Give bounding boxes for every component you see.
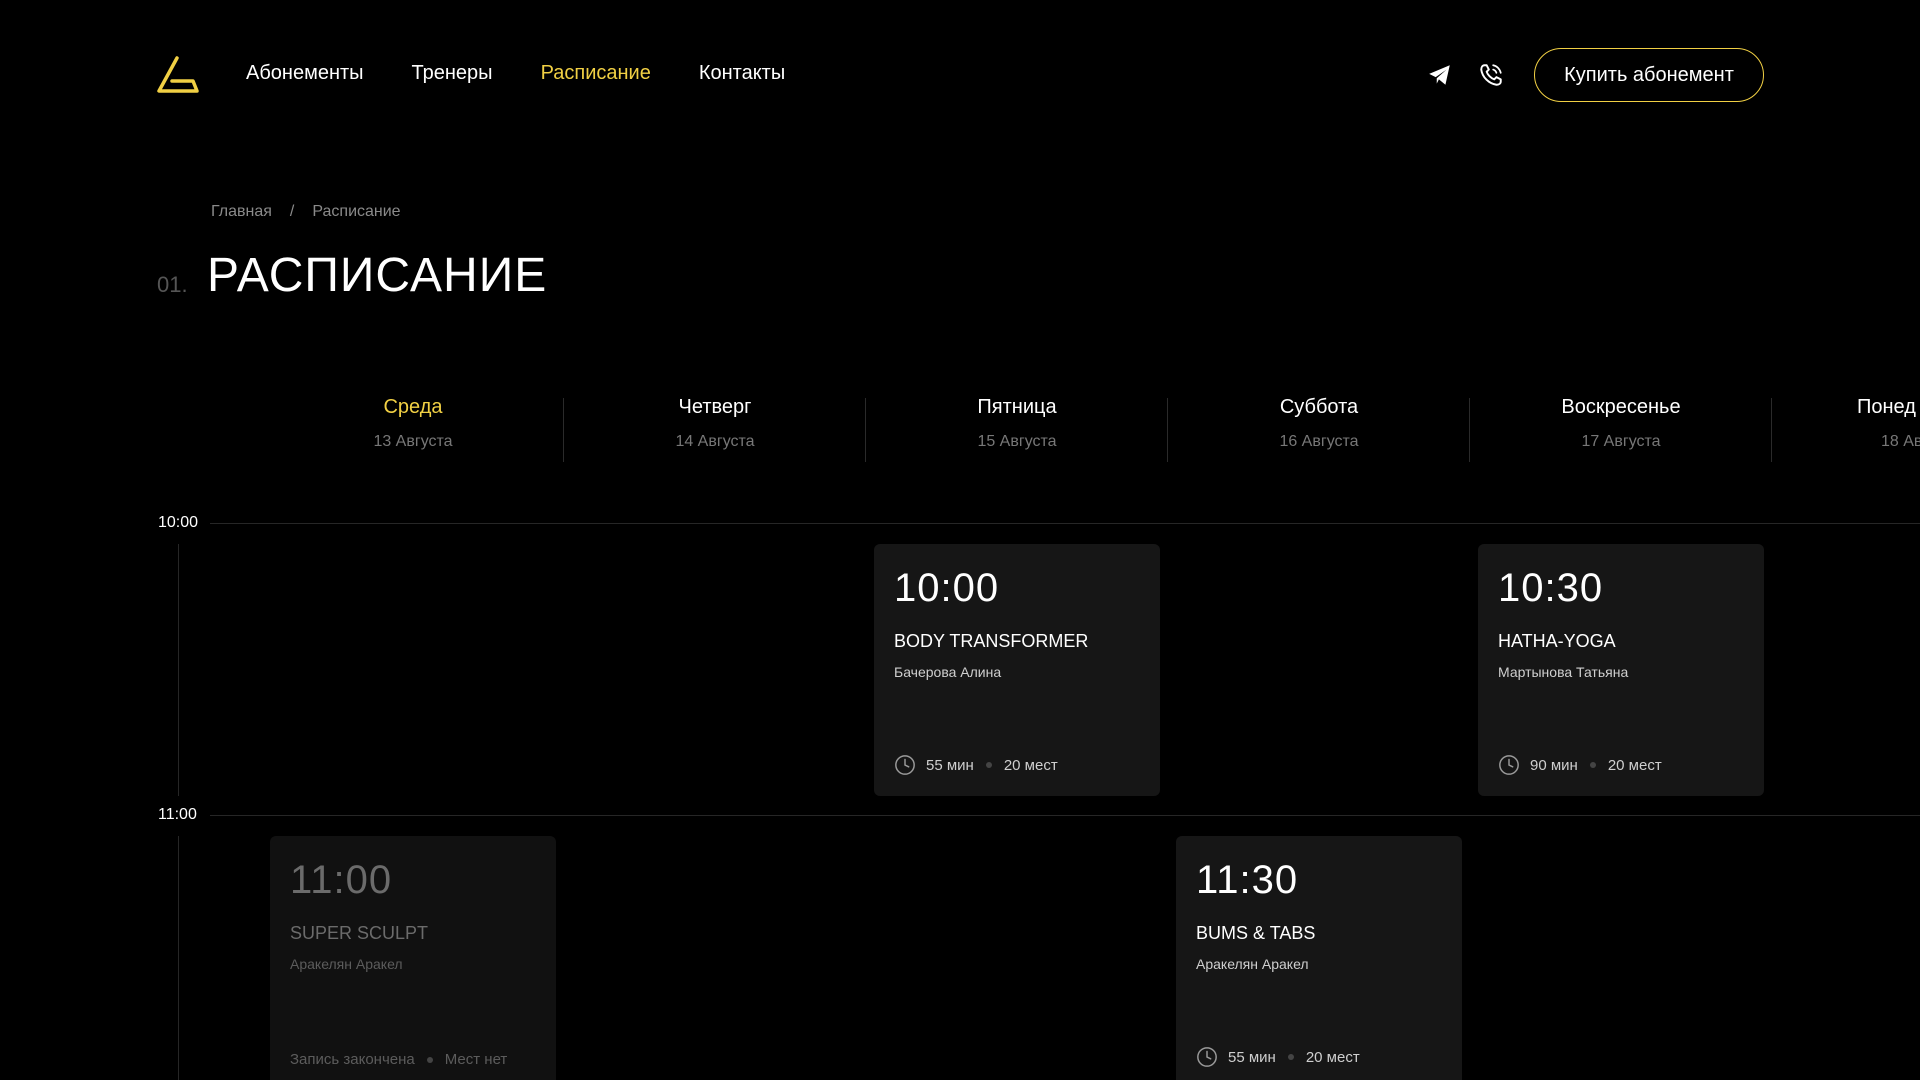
separator-dot (985, 762, 992, 768)
class-places: Мест нет (444, 1051, 508, 1068)
class-duration: 90 мин (1530, 756, 1578, 774)
day-date: 18 Ав (1881, 433, 1920, 450)
day-tab-sunday[interactable]: Воскресенье 17 Августа (1470, 396, 1772, 451)
day-date: 15 Августа (977, 433, 1057, 450)
class-title: SUPER SCULPT (290, 923, 429, 943)
day-date: 17 Августа (1581, 433, 1661, 450)
day-date: 16 Августа (1279, 433, 1359, 450)
class-title: HATHA-YOGA (1498, 631, 1616, 651)
section-number: 01. (157, 272, 188, 297)
class-status: Запись закончена (290, 1051, 415, 1068)
class-time: 11:00 (290, 858, 393, 902)
day-tab-monday[interactable]: Понед 18 Ав (1772, 396, 1920, 451)
time-axis-line (178, 544, 179, 796)
class-places: 20 мест (1003, 756, 1058, 774)
breadcrumb: Главная / Расписание (211, 203, 401, 221)
time-label-10: 10:00 (158, 514, 199, 531)
class-time: 11:30 (1196, 858, 1299, 902)
day-name: Пятница (977, 396, 1057, 418)
nav-item-trainers[interactable]: Тренеры (412, 62, 493, 85)
class-footer: 90 мин 20 мест (1498, 754, 1662, 776)
class-trainer: Аракелян Аракел (1196, 956, 1309, 972)
clock-icon (1499, 755, 1519, 775)
class-footer: 55 мин 20 мест (894, 754, 1058, 776)
hour-gridline (210, 815, 1920, 816)
class-places: 20 мест (1305, 1048, 1360, 1066)
separator-dot (1287, 1054, 1294, 1060)
clock-icon (895, 755, 915, 775)
buy-membership-button[interactable]: Купить абонемент (1534, 48, 1764, 102)
day-date: 14 Августа (675, 433, 755, 450)
hour-gridline (210, 523, 1920, 524)
day-name: Среда (383, 396, 443, 418)
main-nav: Абонементы Тренеры Расписание Контакты (246, 62, 785, 85)
day-tab-thursday[interactable]: Четверг 14 Августа (564, 396, 866, 451)
class-card[interactable]: 10:00 BODY TRANSFORMER Бачерова Алина 55… (874, 544, 1160, 796)
telegram-icon[interactable] (1427, 62, 1453, 88)
class-trainer: Бачерова Алина (894, 664, 1002, 680)
breadcrumb-separator: / (289, 203, 295, 220)
separator-dot (426, 1056, 433, 1063)
time-axis-line (178, 836, 179, 1080)
time-label-11: 11:00 (158, 806, 197, 823)
day-date: 13 Августа (373, 433, 453, 450)
nav-item-schedule[interactable]: Расписание (541, 62, 651, 85)
class-time: 10:00 (894, 566, 1000, 610)
day-name: Воскресенье (1561, 396, 1681, 418)
class-footer: Запись закончена Мест нет (290, 1051, 507, 1068)
breadcrumb-current: Расписание (312, 203, 401, 220)
class-title: BUMS & TABS (1196, 923, 1316, 943)
class-duration: 55 мин (1228, 1048, 1276, 1066)
class-footer: 55 мин 20 мест (1196, 1046, 1360, 1068)
day-name: Суббота (1279, 396, 1359, 418)
day-tab-friday[interactable]: Пятница 15 Августа (866, 396, 1168, 451)
day-tab-saturday[interactable]: Суббота 16 Августа (1168, 396, 1470, 451)
page-title: РАСПИСАНИЕ (207, 249, 548, 302)
nav-item-contacts[interactable]: Контакты (699, 62, 785, 85)
class-places: 20 мест (1607, 756, 1662, 774)
class-card[interactable]: 10:30 HATHA-YOGA Мартынова Татьяна 90 ми… (1478, 544, 1764, 796)
page: Абонементы Тренеры Расписание Контакты К… (0, 0, 1920, 1080)
class-time: 10:30 (1498, 566, 1604, 610)
class-card-closed: 11:00 SUPER SCULPT Аракелян Аракел Запис… (270, 836, 556, 1080)
day-tab-wednesday[interactable]: Среда 13 Августа (262, 396, 564, 451)
day-name: Четверг (678, 396, 752, 418)
class-trainer: Аракелян Аракел (290, 956, 403, 972)
nav-item-memberships[interactable]: Абонементы (246, 62, 364, 85)
class-duration: 55 мин (926, 756, 974, 774)
day-name: Понед (1857, 396, 1916, 418)
clock-icon (1197, 1047, 1217, 1067)
class-trainer: Мартынова Татьяна (1498, 664, 1629, 680)
phone-icon[interactable] (1478, 62, 1504, 88)
class-title: BODY TRANSFORMER (894, 631, 1089, 651)
class-card[interactable]: 11:30 BUMS & TABS Аракелян Аракел 55 мин… (1176, 836, 1462, 1080)
breadcrumb-home[interactable]: Главная (211, 203, 272, 221)
logo-icon[interactable] (155, 55, 200, 95)
separator-dot (1589, 762, 1596, 768)
